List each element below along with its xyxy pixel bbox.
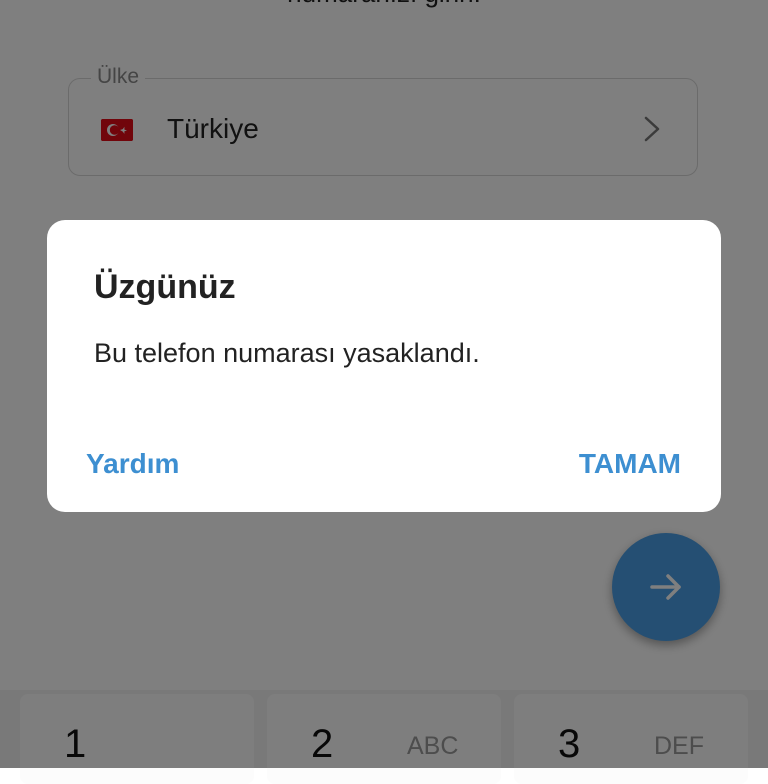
help-button[interactable]: Yardım <box>86 448 179 480</box>
error-dialog: Üzgünüz Bu telefon numarası yasaklandı. … <box>47 220 721 512</box>
dialog-message: Bu telefon numarası yasaklandı. <box>94 338 480 368</box>
ok-button[interactable]: TAMAM <box>579 448 681 480</box>
dialog-title: Üzgünüz <box>94 268 236 306</box>
